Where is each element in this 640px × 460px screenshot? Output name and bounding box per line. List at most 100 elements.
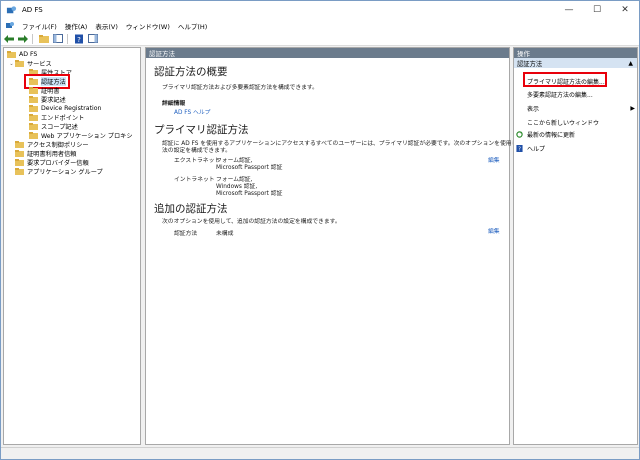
tree-node-certificates[interactable]: 証明書 [29,86,60,95]
folder-icon [15,141,24,148]
show-hide-tree-button[interactable] [52,33,64,44]
edit-additional-auth-link[interactable]: 編集 [488,226,500,235]
actions-section-header[interactable]: 認証方法 ▲ [514,58,637,68]
intranet-label: イントラネット [174,177,215,183]
help-toolbar-button[interactable]: ? [73,33,85,44]
additional-auth-value: 未構成 [216,231,234,237]
submenu-arrow-icon: ▶ [630,105,635,112]
adfs-help-link[interactable]: AD FS ヘルプ [174,107,210,116]
adfs-app-icon [6,5,17,13]
actions-section-label: 認証方法 [517,60,543,68]
action-pane-icon [88,34,98,43]
tree-label: Device Registration [41,105,102,112]
action-new-window[interactable]: ここから新しいウィンドウ [527,118,599,127]
menu-action[interactable]: 操作(A) [61,21,92,31]
tree-node-access-control-policies[interactable]: アクセス制御ポリシー [15,140,89,149]
window-controls: — ☐ ✕ [555,1,639,19]
tree-label: AD FS [19,51,38,58]
tree-label: エンドポイント [41,115,85,122]
tree-node-relying-party-trusts[interactable]: 証明書利用者信頼 [15,149,77,158]
forward-button[interactable] [17,33,29,44]
additional-auth-description: 次のオプションを使用して、追加の認証方法の設定を構成できます。 [162,219,341,225]
show-hide-actions-button[interactable] [87,33,99,44]
maximize-button[interactable]: ☐ [583,1,611,19]
result-pane-header: 認証方法 [146,48,509,58]
folder-icon [7,51,16,58]
tree-label: 証明書利用者信頼 [27,151,77,158]
help-book-icon: ? [75,34,83,44]
tree-label: 要求記述 [41,97,66,104]
back-button[interactable] [3,33,15,44]
minimize-button[interactable]: — [555,1,583,19]
collapse-arrow-icon[interactable]: ▲ [628,60,633,67]
action-label: ここから新しいウィンドウ [527,120,600,127]
tree-node-adfs[interactable]: AD FS [7,50,37,59]
menu-view[interactable]: 表示(V) [91,21,122,31]
window-title: AD FS [22,6,43,14]
action-refresh[interactable]: 最新の情報に更新 [516,130,575,139]
action-label: ヘルプ [527,146,546,153]
tree-node-device-registration[interactable]: Device Registration [29,104,101,113]
tree-node-claims-provider-trusts[interactable]: 要求プロバイダー信頼 [15,158,89,167]
tree-node-application-groups[interactable]: アプリケーション グループ [15,167,103,176]
tree-label: アプリケーション グループ [27,169,103,176]
folder-icon [15,60,24,67]
folder-icon [29,132,38,139]
status-bar [1,447,639,459]
extranet-label: エクストラネット [174,158,221,164]
tree-node-claim-descriptions[interactable]: 要求記述 [29,95,66,104]
back-arrow-icon [4,34,14,43]
svg-text:?: ? [77,36,81,44]
folder-up-icon [39,35,49,43]
console-tree-icon [53,34,63,43]
overview-heading: 認証方法の概要 [154,66,228,78]
overview-description: プライマリ認証方法および多要素認証方法を構成できます。 [162,85,318,91]
folder-icon [29,123,38,130]
folder-icon [29,114,38,121]
intranet-value-3: Microsoft Passport 認証 [216,191,283,197]
action-view[interactable]: 表示 ▶ [527,104,635,113]
additional-auth-heading: 追加の認証方法 [154,203,228,215]
tree-label: 証明書 [41,88,60,95]
tree-node-scope-descriptions[interactable]: スコープ記述 [29,122,78,131]
extranet-value-2: Microsoft Passport 認証 [216,165,283,171]
folder-icon [29,96,38,103]
tree-label: Web アプリケーション プロキシ [41,133,133,140]
additional-auth-label: 認証方法 [174,231,198,237]
forward-arrow-icon [18,34,28,43]
expand-chevron-icon[interactable]: ⌄ [8,61,15,67]
mmc-menu-icon[interactable] [5,21,15,31]
menu-help[interactable]: ヘルプ(H) [174,21,211,31]
folder-icon [15,159,24,166]
tree-node-endpoints[interactable]: エンドポイント [29,113,84,122]
tree-label: 要求プロバイダー信頼 [27,160,89,167]
menu-window[interactable]: ウィンドウ(W) [122,21,174,31]
refresh-icon [516,131,523,138]
actions-pane: 操作 認証方法 ▲ プライマリ認証方法の編集... 多要素認証方法の編集... … [513,47,638,445]
tree-node-service[interactable]: ⌄ サービス [8,59,52,68]
action-help[interactable]: ? ヘルプ [516,144,545,153]
action-edit-mfa[interactable]: 多要素認証方法の編集... [527,90,593,99]
primary-auth-heading: プライマリ認証方法 [154,124,249,136]
tree-label: アクセス制御ポリシー [27,142,89,149]
action-label: 最新の情報に更新 [527,132,576,139]
tree-label: スコープ記述 [41,124,78,131]
tree-node-web-app-proxy[interactable]: Web アプリケーション プロキシ [29,131,133,140]
folder-icon [15,150,24,157]
toolbar: ? [1,32,639,46]
menu-file[interactable]: ファイル(F) [18,21,61,31]
edit-primary-auth-link[interactable]: 編集 [488,155,500,164]
action-label: 表示 [527,106,540,113]
folder-icon [15,168,24,175]
up-folder-button[interactable] [38,33,50,44]
app-window: AD FS — ☐ ✕ ファイル(F) 操作(A) 表示(V) ウィンドウ(W)… [0,0,640,460]
action-label: 多要素認証方法の編集... [527,92,593,99]
tree-label: サービス [27,61,52,68]
folder-icon [29,87,38,94]
close-button[interactable]: ✕ [611,1,639,19]
svg-text:?: ? [518,147,521,152]
folder-icon [29,105,38,112]
help-book-icon: ? [516,145,523,152]
toolbar-separator-2 [67,33,68,44]
toolbar-separator [32,33,33,44]
